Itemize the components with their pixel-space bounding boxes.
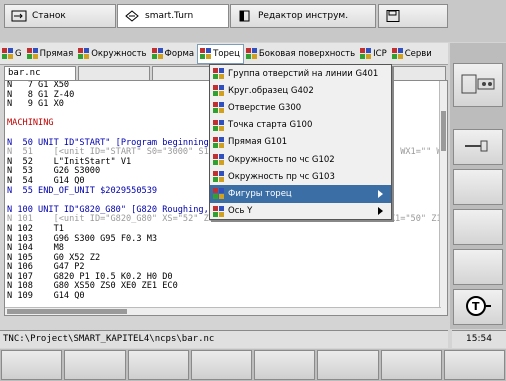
dropdown-item[interactable]: Отверстие G300 [210, 99, 391, 116]
scroll-thumb[interactable] [441, 111, 446, 151]
dropdown-item[interactable]: Круг.образец G402 [210, 82, 391, 99]
tool-icon [463, 138, 493, 157]
softkey-empty[interactable] [453, 209, 503, 245]
menu-grid-icon [213, 205, 224, 217]
file-path: TNC:\Project\SMART_KAPITEL4\ncps\bar.nc [0, 330, 448, 348]
tab-smart-turn[interactable]: smart.Turn [117, 4, 229, 28]
menu-face[interactable]: Торец [197, 43, 244, 64]
menu-bar: G Прямая Окружность Форма Торец Боковая … [0, 43, 448, 65]
menu-service-label: Серви [404, 48, 432, 59]
menu-grid-icon [213, 171, 224, 183]
dropdown-item[interactable]: Окружность пр чс G103 [210, 168, 391, 185]
dropdown-item[interactable]: Окружность по чс G102 [210, 151, 391, 168]
scroll-thumb[interactable] [7, 309, 127, 314]
dropdown-item-label: Прямая G101 [228, 137, 288, 148]
code-line[interactable]: N 103 G96 S300 G95 F0.3 M3 [5, 234, 447, 245]
menu-grid-icon [151, 48, 163, 59]
submenu-arrow-icon [378, 189, 383, 198]
right-softkey-bar: T [450, 43, 506, 329]
smart-turn-icon [124, 10, 140, 22]
clock: 15:54 [452, 330, 506, 348]
menu-g[interactable]: G [0, 44, 25, 64]
menu-line-label: Прямая [39, 48, 74, 59]
tab-smart-turn-label: smart.Turn [145, 11, 194, 21]
svg-text:T: T [472, 300, 480, 313]
save-icon [385, 10, 401, 22]
dropdown-item-label: Фигуры торец [228, 188, 292, 199]
menu-grid-icon [360, 48, 372, 59]
dropdown-item-label: Ось Y [228, 206, 253, 217]
submenu-arrow-icon [378, 207, 383, 216]
softkey-5[interactable] [254, 350, 316, 380]
menu-face-label: Торец [213, 48, 240, 59]
menu-line[interactable]: Прямая [25, 44, 77, 64]
bottom-softkey-bar [0, 349, 506, 381]
menu-grid-icon [200, 48, 212, 59]
menu-grid-icon [78, 48, 90, 59]
dropdown-item[interactable]: Ось Y [210, 203, 391, 220]
softkey-1[interactable] [1, 350, 63, 380]
menu-circle-label: Окружность [91, 48, 147, 59]
dropdown-item[interactable]: Фигуры торец [210, 185, 391, 203]
menu-service[interactable]: Серви [390, 44, 435, 64]
tab-tool-editor-label: Редактор инструм. [258, 11, 349, 21]
softkey-empty[interactable] [453, 249, 503, 285]
dropdown-item-label: Окружность пр чс G103 [228, 171, 335, 182]
tool-editor-icon [237, 10, 253, 22]
machine-view-softkey[interactable] [453, 63, 503, 107]
menu-grid-icon [213, 119, 224, 131]
menu-circle[interactable]: Окружность [76, 44, 149, 64]
menu-g-label: G [15, 48, 22, 59]
menu-grid-icon [213, 154, 224, 166]
menu-lateral-surface[interactable]: Боковая поверхность [244, 44, 358, 64]
turn-softkey[interactable]: T [453, 289, 503, 325]
file-tab[interactable] [78, 66, 150, 80]
menu-grid-icon [213, 85, 224, 97]
top-tab-bar: Станок smart.Turn Редактор инструм. [0, 0, 506, 42]
softkey-empty[interactable] [453, 169, 503, 205]
machine-icon [11, 10, 27, 22]
menu-grid-icon [213, 68, 224, 80]
file-tab[interactable]: bar.nc [4, 66, 76, 80]
tab-machine[interactable]: Станок [4, 4, 116, 28]
menu-grid-icon [391, 48, 403, 59]
menu-form[interactable]: Форма [150, 44, 198, 64]
menu-form-label: Форма [164, 48, 195, 59]
vertical-scrollbar[interactable] [439, 81, 447, 315]
dropdown-item-label: Отверстие G300 [228, 102, 302, 113]
menu-lateral-label: Боковая поверхность [258, 48, 356, 59]
turn-t-icon: T [463, 294, 493, 321]
menu-grid-icon [2, 48, 13, 59]
softkey-2[interactable] [64, 350, 126, 380]
dropdown-item[interactable]: Точка старта G100 [210, 117, 391, 134]
menu-grid-icon [26, 48, 38, 59]
softkey-6[interactable] [317, 350, 379, 380]
face-dropdown-menu: Группа отверстий на линии G401 Круг.образ… [209, 64, 392, 220]
dropdown-item[interactable]: Прямая G101 [210, 134, 391, 151]
softkey-4[interactable] [190, 350, 252, 380]
tab-save[interactable] [378, 4, 448, 28]
tab-tool-editor[interactable]: Редактор инструм. [230, 4, 376, 28]
tool-softkey[interactable] [453, 129, 503, 165]
menu-icp[interactable]: ICP [358, 44, 390, 64]
menu-grid-icon [245, 48, 257, 59]
horizontal-scrollbar[interactable] [5, 307, 441, 315]
code-line[interactable]: N 109 G14 Q0 [5, 291, 447, 302]
dropdown-item-label: Окружность по чс G102 [228, 154, 335, 165]
menu-grid-icon [213, 136, 224, 148]
machine-view-icon [458, 69, 498, 102]
menu-grid-icon [213, 102, 224, 114]
menu-grid-icon [213, 188, 224, 200]
tab-machine-label: Станок [32, 11, 66, 21]
softkey-7[interactable] [380, 350, 442, 380]
menu-icp-label: ICP [373, 48, 387, 59]
dropdown-item[interactable]: Группа отверстий на линии G401 [210, 65, 391, 82]
softkey-8[interactable] [443, 350, 505, 380]
dropdown-item-label: Группа отверстий на линии G401 [228, 68, 379, 79]
softkey-3[interactable] [127, 350, 189, 380]
dropdown-item-label: Круг.образец G402 [228, 85, 314, 96]
dropdown-item-label: Точка старта G100 [228, 120, 313, 131]
